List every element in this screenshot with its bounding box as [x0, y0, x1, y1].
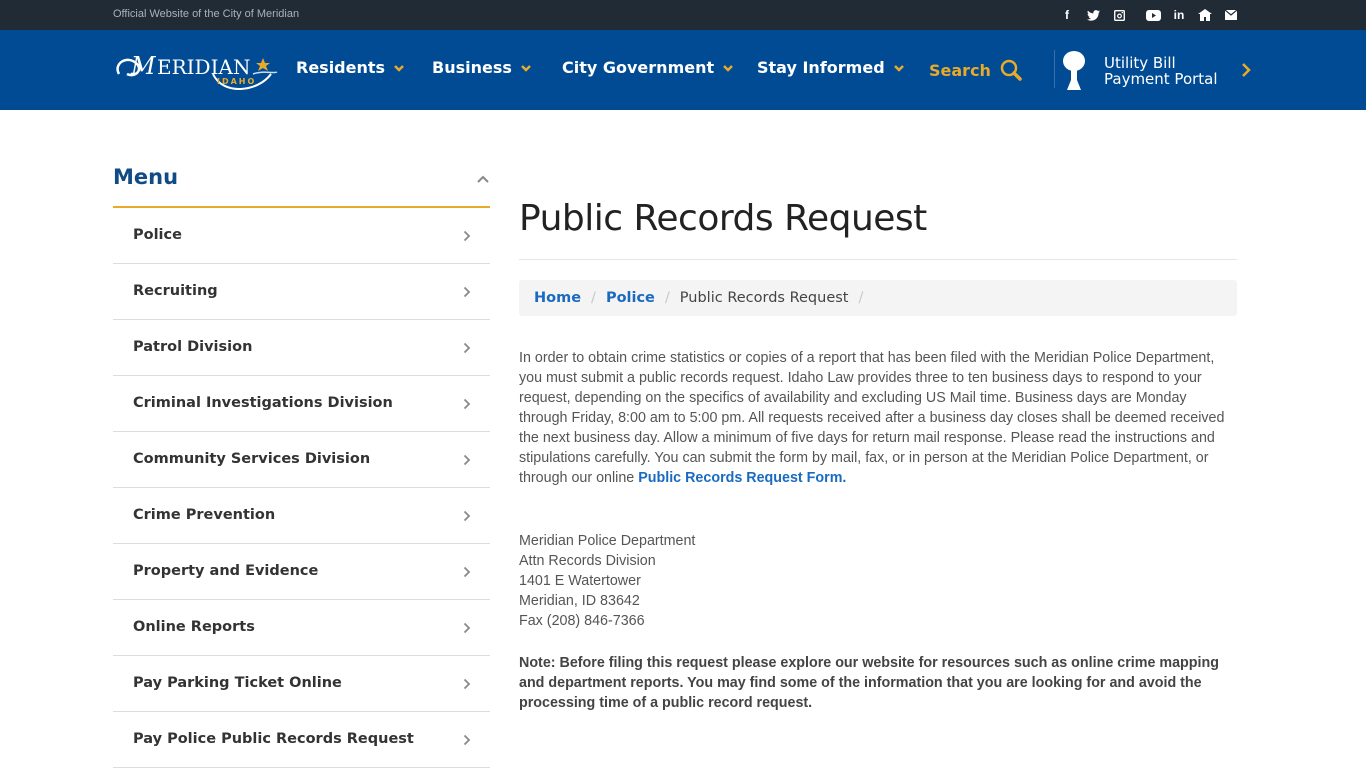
- sidebar-item-label: Police: [133, 227, 182, 243]
- menu-header[interactable]: Menu: [113, 150, 490, 208]
- sidebar-item-label: Property and Evidence: [133, 563, 319, 579]
- breadcrumb-separator: /: [591, 290, 596, 306]
- intro-text: In order to obtain crime statistics or c…: [519, 350, 1225, 486]
- sidebar-item-label: Crime Prevention: [133, 507, 276, 523]
- chevron-down-icon: [893, 64, 904, 72]
- chevron-down-icon: [394, 64, 404, 72]
- breadcrumb-police[interactable]: Police: [606, 290, 655, 306]
- logo-text: ERIDIAN: [157, 55, 250, 79]
- note-paragraph: Note: Before filing this request please …: [519, 655, 1219, 711]
- search-button[interactable]: Search: [929, 58, 1023, 82]
- sidebar-item-label: Recruiting: [133, 283, 218, 299]
- sidebar-item-online-reports[interactable]: Online Reports: [113, 600, 490, 656]
- sidebar-item-patrol-division[interactable]: Patrol Division: [113, 320, 490, 376]
- nav-residents-label: Residents: [296, 58, 386, 77]
- chevron-right-icon: [463, 510, 471, 522]
- chevron-right-icon: [463, 230, 471, 242]
- nav-divider: [1054, 50, 1055, 88]
- chevron-up-icon[interactable]: [476, 174, 490, 184]
- sidebar-item-property-evidence[interactable]: Property and Evidence: [113, 544, 490, 600]
- sidebar-item-pay-parking-ticket[interactable]: Pay Parking Ticket Online: [113, 656, 490, 712]
- nav-city-government[interactable]: City Government: [562, 58, 734, 77]
- utility-line2: Payment Portal: [1104, 70, 1218, 88]
- sidebar-item-label: Patrol Division: [133, 339, 253, 355]
- twitter-icon[interactable]: [1080, 6, 1106, 24]
- sidebar-item-label: Criminal Investigations Division: [133, 395, 393, 411]
- search-icon: [1000, 59, 1022, 81]
- nav-business-label: Business: [432, 58, 512, 77]
- chevron-right-icon: [463, 622, 471, 634]
- breadcrumb-home[interactable]: Home: [534, 290, 581, 306]
- svg-text:IDAHO: IDAHO: [217, 77, 256, 86]
- search-label: Search: [929, 60, 991, 80]
- chevron-right-icon: [463, 734, 471, 746]
- title-divider: [519, 259, 1237, 260]
- facebook-icon[interactable]: f: [1054, 6, 1080, 24]
- utility-bill-portal-link[interactable]: Utility Bill Payment Portal: [1062, 50, 1218, 92]
- chevron-down-icon: [521, 64, 531, 72]
- mailing-address: Meridian Police Department Attn Records …: [519, 531, 695, 631]
- nav-stay-informed-label: Stay Informed: [757, 58, 885, 77]
- nav-residents[interactable]: Residents: [296, 58, 405, 77]
- breadcrumb-separator: /: [664, 290, 670, 306]
- youtube-icon[interactable]: [1140, 6, 1166, 24]
- sidebar-item-police[interactable]: Police: [113, 208, 490, 264]
- sidebar-item-criminal-investigations[interactable]: Criminal Investigations Division: [113, 376, 490, 432]
- sidebar-item-label: Pay Parking Ticket Online: [133, 675, 342, 691]
- chevron-right-icon: [463, 286, 471, 298]
- svg-text:M: M: [130, 52, 157, 80]
- nav-business[interactable]: Business: [432, 58, 532, 77]
- instagram-icon[interactable]: [1106, 6, 1132, 24]
- sidebar-item-label: Community Services Division: [133, 451, 371, 467]
- chevron-right-icon: [463, 454, 471, 466]
- official-website-text: Official Website of the City of Meridian: [113, 8, 300, 20]
- chevron-right-icon: [463, 342, 471, 354]
- sidebar-item-crime-prevention[interactable]: Crime Prevention: [113, 488, 490, 544]
- breadcrumb: Home / Police / Public Records Request /: [519, 280, 1237, 316]
- top-bar: Official Website of the City of Meridian…: [0, 0, 1366, 30]
- nav-city-government-label: City Government: [562, 58, 715, 77]
- breadcrumb-current: Public Records Request: [679, 290, 849, 306]
- email-icon[interactable]: [1218, 6, 1244, 24]
- sidebar-item-pay-public-records[interactable]: Pay Police Public Records Request: [113, 712, 490, 768]
- water-tower-icon: [1063, 51, 1085, 90]
- social-links: f in: [1054, 6, 1244, 24]
- page-title: Public Records Request: [519, 198, 927, 239]
- sidebar-menu: Menu Police Recruiting Patrol Division C…: [113, 150, 490, 768]
- fax-line: Fax (208) 846-7366: [519, 613, 645, 629]
- chevron-down-icon: [723, 64, 734, 72]
- nav-stay-informed[interactable]: Stay Informed: [757, 58, 905, 77]
- sidebar-item-community-services[interactable]: Community Services Division: [113, 432, 490, 488]
- chevron-right-icon: [463, 398, 471, 410]
- address-line: Meridian, ID 83642: [519, 593, 640, 609]
- breadcrumb-separator: /: [858, 290, 864, 306]
- menu-title: Menu: [113, 165, 179, 189]
- meridian-logo[interactable]: M ERIDIAN IDAHO: [113, 44, 278, 98]
- address-line: Attn Records Division: [519, 553, 656, 569]
- public-records-form-link[interactable]: Public Records Request Form.: [638, 470, 846, 486]
- chevron-right-icon: [463, 678, 471, 690]
- nextdoor-icon[interactable]: [1192, 6, 1218, 24]
- address-line: 1401 E Watertower: [519, 573, 641, 589]
- main-navbar: M ERIDIAN IDAHO Residents Business City …: [0, 30, 1366, 110]
- linkedin-icon[interactable]: in: [1166, 6, 1192, 24]
- utility-line1: Utility Bill: [1104, 54, 1176, 72]
- sidebar-item-label: Online Reports: [133, 619, 255, 635]
- address-line: Meridian Police Department: [519, 533, 696, 549]
- chevron-right-icon[interactable]: [1240, 62, 1252, 78]
- sidebar-item-label: Pay Police Public Records Request: [133, 731, 414, 747]
- sidebar-item-recruiting[interactable]: Recruiting: [113, 264, 490, 320]
- chevron-right-icon: [463, 566, 471, 578]
- intro-paragraph: In order to obtain crime statistics or c…: [519, 348, 1237, 488]
